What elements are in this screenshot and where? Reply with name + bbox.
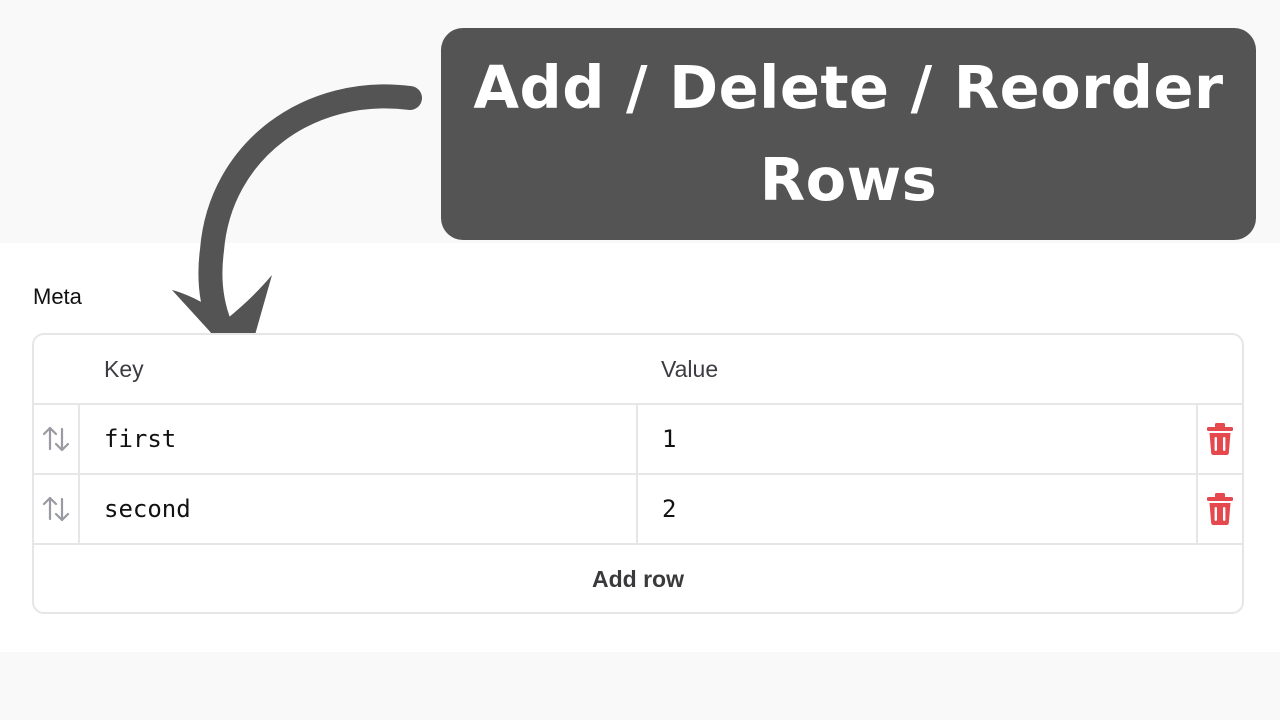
key-input[interactable]: first	[80, 405, 638, 473]
table-row: second 2	[34, 475, 1242, 545]
title-banner: Add / Delete / Reorder Rows	[441, 28, 1256, 240]
key-input[interactable]: second	[80, 475, 638, 543]
add-row-button[interactable]: Add row	[34, 545, 1242, 612]
trash-icon	[1207, 493, 1233, 525]
value-input[interactable]: 1	[638, 405, 1198, 473]
slide-canvas: Add / Delete / Reorder Rows Meta Key Val…	[0, 0, 1280, 720]
banner-title: Add / Delete / Reorder Rows	[473, 42, 1223, 226]
section-label-meta: Meta	[33, 284, 82, 309]
banner-title-line-2: Rows	[759, 145, 938, 214]
trash-icon	[1207, 423, 1233, 455]
key-value-table: Key Value first 1 second 2 Add row	[32, 333, 1244, 614]
delete-row-button[interactable]	[1198, 475, 1242, 543]
column-header-key: Key	[104, 355, 144, 382]
sort-arrows-icon	[42, 496, 70, 522]
value-input[interactable]: 2	[638, 475, 1198, 543]
table-header-row: Key Value	[34, 335, 1242, 405]
banner-title-line-1: Add / Delete / Reorder	[473, 53, 1224, 122]
table-row: first 1	[34, 405, 1242, 475]
bottom-background	[0, 652, 1280, 720]
column-header-value: Value	[661, 355, 719, 382]
sort-arrows-icon	[42, 426, 70, 452]
reorder-handle[interactable]	[34, 405, 80, 473]
reorder-handle[interactable]	[34, 475, 80, 543]
delete-row-button[interactable]	[1198, 405, 1242, 473]
